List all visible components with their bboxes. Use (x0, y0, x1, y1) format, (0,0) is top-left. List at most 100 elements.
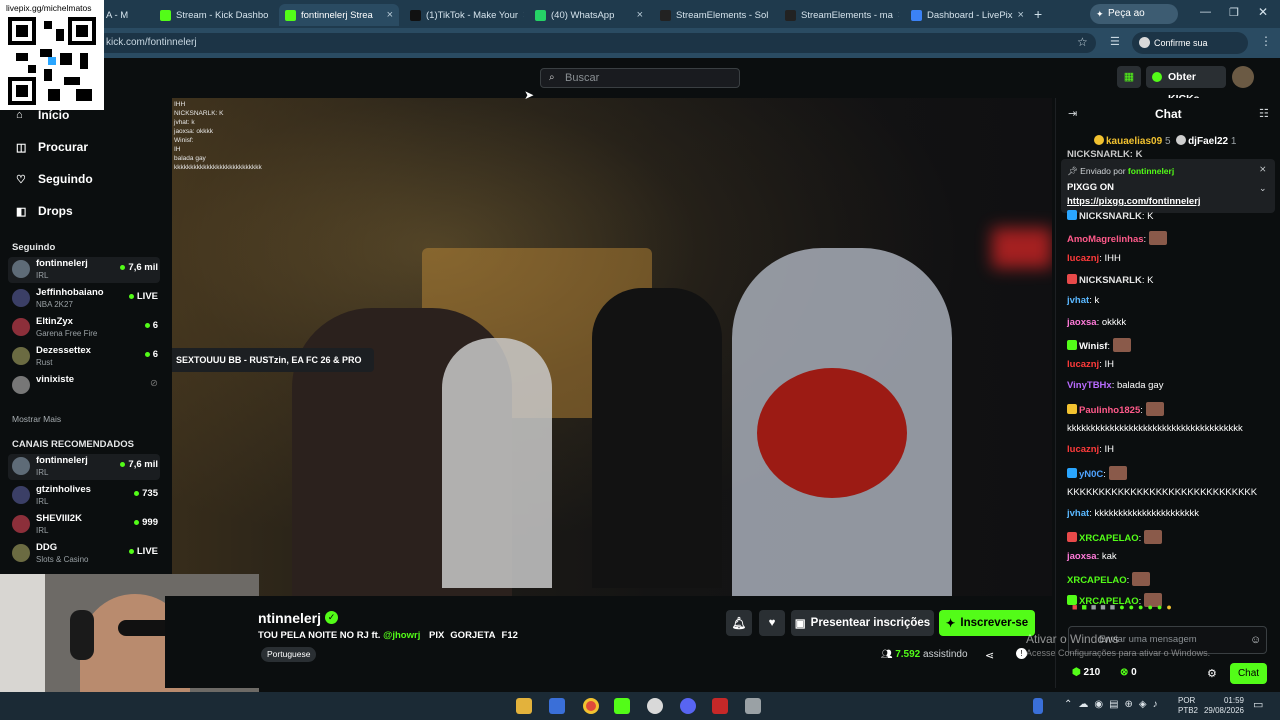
nav-item[interactable]: ◫ Procurar (16, 140, 88, 154)
chat-username[interactable]: Paulinho1825 (1079, 405, 1140, 416)
user-avatar[interactable] (1232, 66, 1254, 88)
chat-username[interactable]: AmoMagrelinhas (1067, 234, 1144, 245)
pinned-message[interactable]: 📌︎ Enviado por fontinnelerj PIXGG ON htt… (1061, 159, 1275, 213)
browser-tab[interactable]: (1)TikTok - Make Your × (404, 4, 524, 26)
sidebar-channel[interactable]: SHEVIII2K IRL 999 (8, 512, 160, 538)
browser-tab[interactable]: A - M (100, 4, 150, 26)
chevron-down-icon[interactable]: ⌄ (1259, 183, 1267, 194)
get-kicks-button[interactable]: Obter KICKs (1146, 66, 1226, 105)
language-tag[interactable]: Portuguese (261, 647, 317, 662)
unpin-icon[interactable]: ⨯ (1259, 164, 1267, 175)
pinned-app-icon[interactable] (1033, 698, 1043, 714)
chat-username[interactable]: lucaznj (1067, 444, 1099, 455)
sidebar-channel[interactable]: fontinnelerj IRL 7,6 mil (8, 257, 160, 283)
notification-bell-button[interactable]: 🔔︎ (726, 610, 752, 636)
close-tab-icon[interactable]: × (523, 9, 524, 21)
chat-username[interactable]: jaoxsa (1067, 317, 1097, 328)
show-more-link[interactable]: Mostrar Mais (12, 414, 61, 424)
kicks-display[interactable]: ⊗ 0 (1120, 667, 1137, 678)
chat-username[interactable]: Winisf (1079, 341, 1107, 352)
sidebar-channel[interactable]: gtzinholives IRL 735 (8, 483, 160, 509)
star-icon: ✦ (945, 618, 956, 630)
sidebar-channel[interactable]: DDG Slots & Casino LIVE (8, 541, 160, 567)
url-field[interactable]: kick.com/fontinnelerj (96, 33, 1096, 53)
stream-mention[interactable]: @jhowrj (383, 630, 420, 641)
stream-title: TOU PELA NOITE NO RJ ft. @jhowrj PIX GORJ… (258, 630, 518, 641)
chat-text: KKKKKKKKKKKKKKKKKKKKKKKKKKKKKK (1067, 486, 1258, 498)
sidebar-channel[interactable]: fontinnelerj IRL 7,6 mil (8, 454, 160, 480)
points-display[interactable]: ⬢ 210 (1072, 667, 1100, 678)
close-window-icon[interactable]: ✕ (1258, 5, 1268, 19)
share-icon[interactable]: ⋖ (985, 649, 994, 662)
obs-icon[interactable] (647, 698, 663, 714)
close-tab-icon[interactable]: × (387, 9, 393, 21)
sidebar-channel[interactable]: vinixiste ⊘ (8, 373, 160, 399)
browser-menu-icon[interactable]: ⋮ (1260, 34, 1272, 48)
browser-tab[interactable]: Stream - Kick Dashbo × (154, 4, 274, 26)
file-explorer-icon[interactable] (516, 698, 532, 714)
new-tab-button[interactable]: + (1034, 6, 1042, 22)
restore-icon[interactable]: ❐ (1229, 6, 1239, 19)
gift-subs-button[interactable]: ▣ Presentear inscrições (791, 610, 934, 636)
chat-username[interactable]: jvhat (1067, 508, 1089, 519)
youtube-studio-icon[interactable] (712, 698, 728, 714)
minimize-icon[interactable]: — (1200, 6, 1211, 18)
chat-username[interactable]: XRCAPELAO (1079, 533, 1139, 544)
close-tab-icon[interactable]: × (773, 9, 774, 21)
chat-username[interactable]: yN0C (1079, 469, 1103, 480)
live-dot-icon (128, 548, 134, 554)
browser-tab[interactable]: StreamElements - ma × (779, 4, 899, 26)
chat-username[interactable]: lucaznj (1067, 359, 1099, 370)
language-indicator[interactable]: POR PTB2 (1178, 696, 1198, 716)
drops-icon: ◧ (16, 205, 27, 218)
system-tray-icons[interactable]: ⌃☁◉▤⊕◈♪ (1064, 699, 1164, 710)
close-tab-icon[interactable]: × (898, 9, 899, 21)
sidebar-channel[interactable]: EltinZyx Garena Free Fire 6 (8, 315, 160, 341)
reading-list-icon[interactable]: ☰ (1110, 35, 1120, 48)
chat-users-icon[interactable]: ☷ (1259, 107, 1269, 120)
notifications-icon[interactable]: ▭ (1253, 698, 1263, 711)
chat-settings-gear-icon[interactable]: ⚙ (1207, 667, 1217, 680)
channel-name[interactable]: ntinnelerj (258, 610, 321, 626)
chat-username[interactable]: lucaznj (1067, 253, 1099, 264)
subscribe-button[interactable]: ✦ Inscrever-se (939, 610, 1035, 636)
close-tab-icon[interactable]: × (273, 9, 274, 21)
bookmark-star-icon[interactable]: ☆ (1077, 35, 1088, 49)
video-player[interactable]: IHH NICKSNARLK: K jvhat: k jaoxsa: okkkk Win… (172, 98, 1052, 596)
browser-tab[interactable]: (40) WhatsApp × (529, 4, 649, 26)
identity-button[interactable]: Confirme sua identidade (1132, 32, 1248, 70)
chrome-icon[interactable] (583, 698, 599, 714)
pinned-link[interactable]: https://pixgg.com/fontinnelerj (1067, 196, 1201, 207)
chat-username[interactable]: XRCAPELAO (1067, 575, 1127, 586)
chat-username[interactable]: jaoxsa (1067, 551, 1097, 562)
collapse-chat-icon[interactable]: ⇥ (1068, 107, 1077, 120)
search-input[interactable]: ⌕ Buscar (540, 68, 740, 88)
sidebar-channel[interactable]: Dezessettex Rust 6 (8, 344, 160, 370)
paint-icon[interactable] (549, 698, 565, 714)
sidebar-channel[interactable]: Jeffinhobaiano NBA 2K27 LIVE (8, 286, 160, 312)
emote-icon (1145, 401, 1164, 416)
close-tab-icon[interactable]: × (1018, 9, 1024, 21)
overlay-chat-line: NICKSNARLK: K (174, 110, 224, 117)
gemini-button[interactable]: ✦ Peça ao Gemini (1090, 4, 1178, 39)
app-icon[interactable] (745, 698, 761, 714)
browser-tab[interactable]: fontinnelerj Strea × (279, 4, 399, 26)
follow-heart-button[interactable]: ♥ (759, 610, 785, 636)
discord-icon[interactable] (680, 698, 696, 714)
store-icon[interactable]: ▦ (1117, 66, 1141, 88)
clock[interactable]: 01:59 29/08/2026 (1200, 696, 1244, 716)
nav-item[interactable]: ⌂ Início (16, 108, 69, 122)
send-chat-button[interactable]: Chat (1230, 663, 1267, 684)
browser-tab[interactable]: Dashboard - LivePix × (905, 4, 1025, 26)
close-tab-icon[interactable]: × (637, 9, 643, 21)
nav-item[interactable]: ◧ Drops (16, 204, 73, 218)
browser-tab[interactable]: StreamElements - Sol × (654, 4, 774, 26)
emoji-icon[interactable]: ☺ (1250, 627, 1261, 653)
chat-username[interactable]: NICKSNARLK (1079, 275, 1142, 286)
kick-app-icon[interactable] (614, 698, 630, 714)
chat-username[interactable]: jvhat (1067, 295, 1089, 306)
nav-item[interactable]: ♡ Seguindo (16, 172, 93, 186)
chat-username[interactable]: NICKSNARLK (1079, 211, 1142, 222)
emote-row[interactable]: ■■■■■●●●●●● (1072, 602, 1262, 614)
chat-username[interactable]: VinyTBHx (1067, 380, 1112, 391)
